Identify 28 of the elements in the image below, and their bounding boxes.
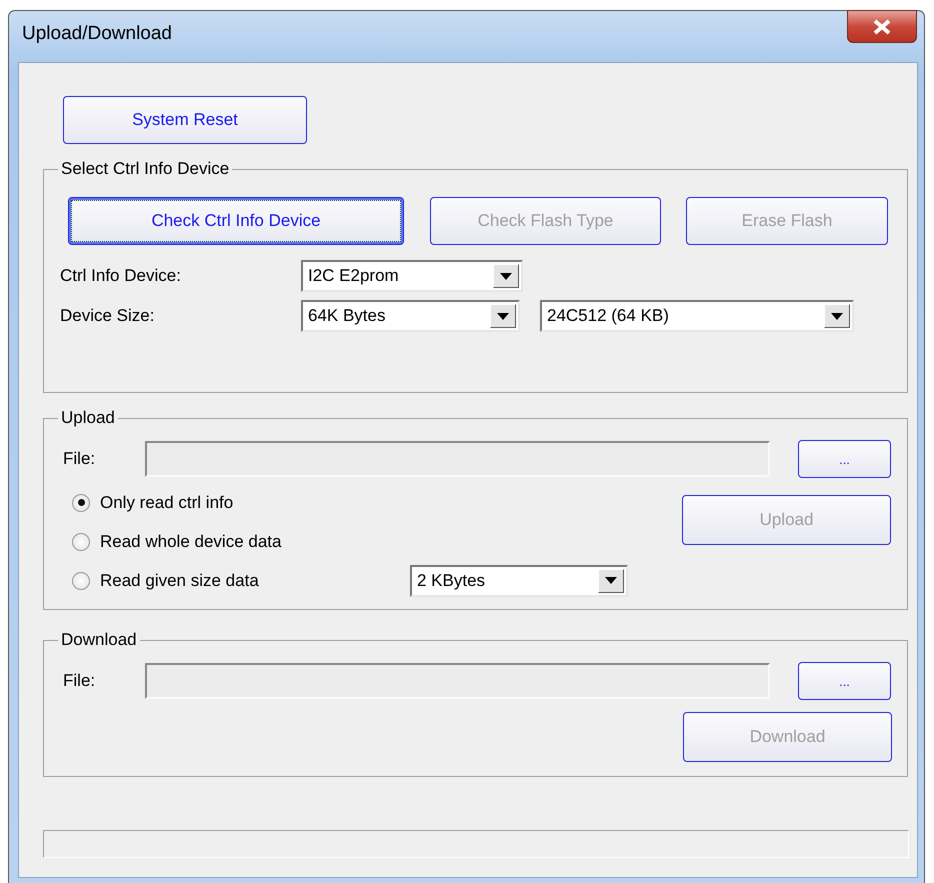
dropdown[interactable]: 2 KBytes (410, 564, 628, 596)
dropdown-value: 2 KBytes (417, 570, 486, 590)
group-title: Download (60, 629, 138, 651)
group-title: Upload (60, 407, 116, 429)
system-reset-button[interactable]: System Reset (63, 96, 307, 144)
radio-button[interactable] (72, 532, 90, 550)
dropdown-value: 24C512 (64 KB) (547, 306, 669, 326)
radio-label: Read whole device data (100, 532, 282, 552)
field-label: File: (63, 449, 96, 469)
dropdown[interactable]: 24C512 (64 KB) (540, 300, 854, 332)
dropdown[interactable]: I2C E2prom (301, 260, 523, 292)
dropdown-value: I2C E2prom (308, 266, 399, 286)
window-title: Upload/Download (22, 23, 172, 45)
radio-button[interactable] (72, 572, 90, 590)
radio-label: Only read ctrl info (100, 492, 234, 512)
dropdown-value: 64K Bytes (308, 306, 386, 326)
browse-button[interactable]: ... (798, 662, 891, 700)
radio-button[interactable] (72, 494, 90, 512)
close-icon (872, 18, 892, 34)
close-button[interactable] (847, 10, 917, 43)
action-button[interactable]: Check Ctrl Info Device (68, 197, 404, 245)
field-label: Ctrl Info Device: (60, 266, 182, 286)
field-label: File: (63, 671, 96, 691)
group-title: Select Ctrl Info Device (60, 158, 230, 180)
browse-button[interactable]: ... (798, 440, 891, 478)
radio-label: Read given size data (100, 570, 260, 590)
dropdown[interactable]: 64K Bytes (301, 300, 520, 332)
field-label: Device Size: (60, 306, 156, 326)
